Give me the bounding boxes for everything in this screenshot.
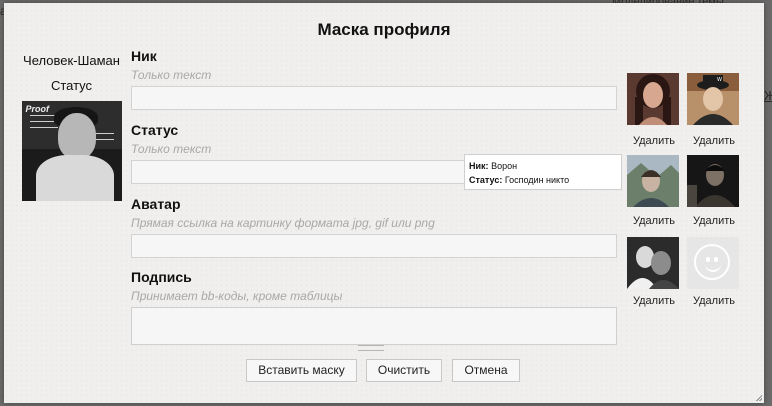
delete-mask-2-button[interactable]: Удалить (684, 135, 744, 147)
delete-mask-4-button[interactable]: Удалить (684, 215, 744, 227)
nick-label: Ник (131, 48, 157, 64)
saved-mask-thumb-5[interactable] (627, 237, 679, 289)
saved-mask-thumb-4[interactable] (687, 155, 739, 207)
preview-avatar-caption: Proof (25, 104, 50, 114)
textarea-resize-handle[interactable] (358, 345, 384, 351)
avatar-man-outdoors-icon (627, 155, 679, 207)
avatar-label: Аватар (131, 196, 181, 212)
nick-input[interactable] (131, 86, 617, 110)
preview-status: Статус (50, 78, 93, 93)
avatar-url-input[interactable] (131, 234, 617, 258)
saved-mask-thumb-2[interactable]: W (687, 73, 739, 125)
nick-field-group: Ник Только текст (131, 47, 621, 110)
signature-hint: Принимает bb-коды, кроме таблицы (131, 289, 343, 303)
avatar-hint: Прямая ссылка на картинку формата jpg, g… (131, 216, 435, 230)
profile-mask-modal: Маска профиля Человек-Шаман Статус Proof… (4, 3, 764, 403)
avatar-bw-couple-icon (627, 237, 679, 289)
signature-field-group: Подпись Принимает bb-коды, кроме таблицы (131, 268, 621, 345)
default-smiley-avatar-icon (694, 244, 730, 280)
background-side-link: Ж (764, 88, 772, 103)
tooltip-status-value: Господин никто (504, 175, 570, 185)
modal-title: Маска профиля (317, 20, 451, 39)
tooltip-status-label: Статус: (469, 175, 503, 185)
clear-button[interactable]: Очистить (366, 359, 442, 382)
saved-mask-thumb-1[interactable] (627, 73, 679, 125)
mask-preview: Человек-Шаман Статус Proof (14, 53, 129, 201)
delete-mask-3-button[interactable]: Удалить (624, 215, 684, 227)
tooltip-nick-label: Ник: (469, 161, 489, 171)
delete-mask-1-button[interactable]: Удалить (624, 135, 684, 147)
preview-avatar-image: Proof (21, 101, 122, 201)
avatar-man-dark-icon (687, 155, 739, 207)
insert-mask-button[interactable]: Вставить маску (246, 359, 357, 382)
avatar-man-hat-icon: W (687, 73, 739, 125)
saved-mask-thumb-3[interactable] (627, 155, 679, 207)
svg-text:W: W (717, 77, 722, 83)
status-label: Статус (131, 122, 179, 138)
modal-resize-corner[interactable] (756, 395, 762, 401)
delete-mask-6-button[interactable]: Удалить (684, 295, 744, 307)
delete-mask-5-button[interactable]: Удалить (624, 295, 684, 307)
cancel-button[interactable]: Отмена (452, 359, 520, 382)
preview-nick: Человек-Шаман (23, 53, 120, 68)
tooltip-nick-value: Ворон (491, 161, 518, 171)
avatar-woman-dark-hair-icon (627, 73, 679, 125)
signature-textarea[interactable] (131, 307, 617, 345)
signature-label: Подпись (131, 269, 192, 285)
saved-mask-thumb-6[interactable] (687, 237, 739, 289)
avatar-field-group: Аватар Прямая ссылка на картинку формата… (131, 195, 621, 258)
nick-hint: Только текст (131, 68, 212, 82)
mask-tooltip: Ник: Ворон Статус: Господин никто (464, 154, 622, 190)
